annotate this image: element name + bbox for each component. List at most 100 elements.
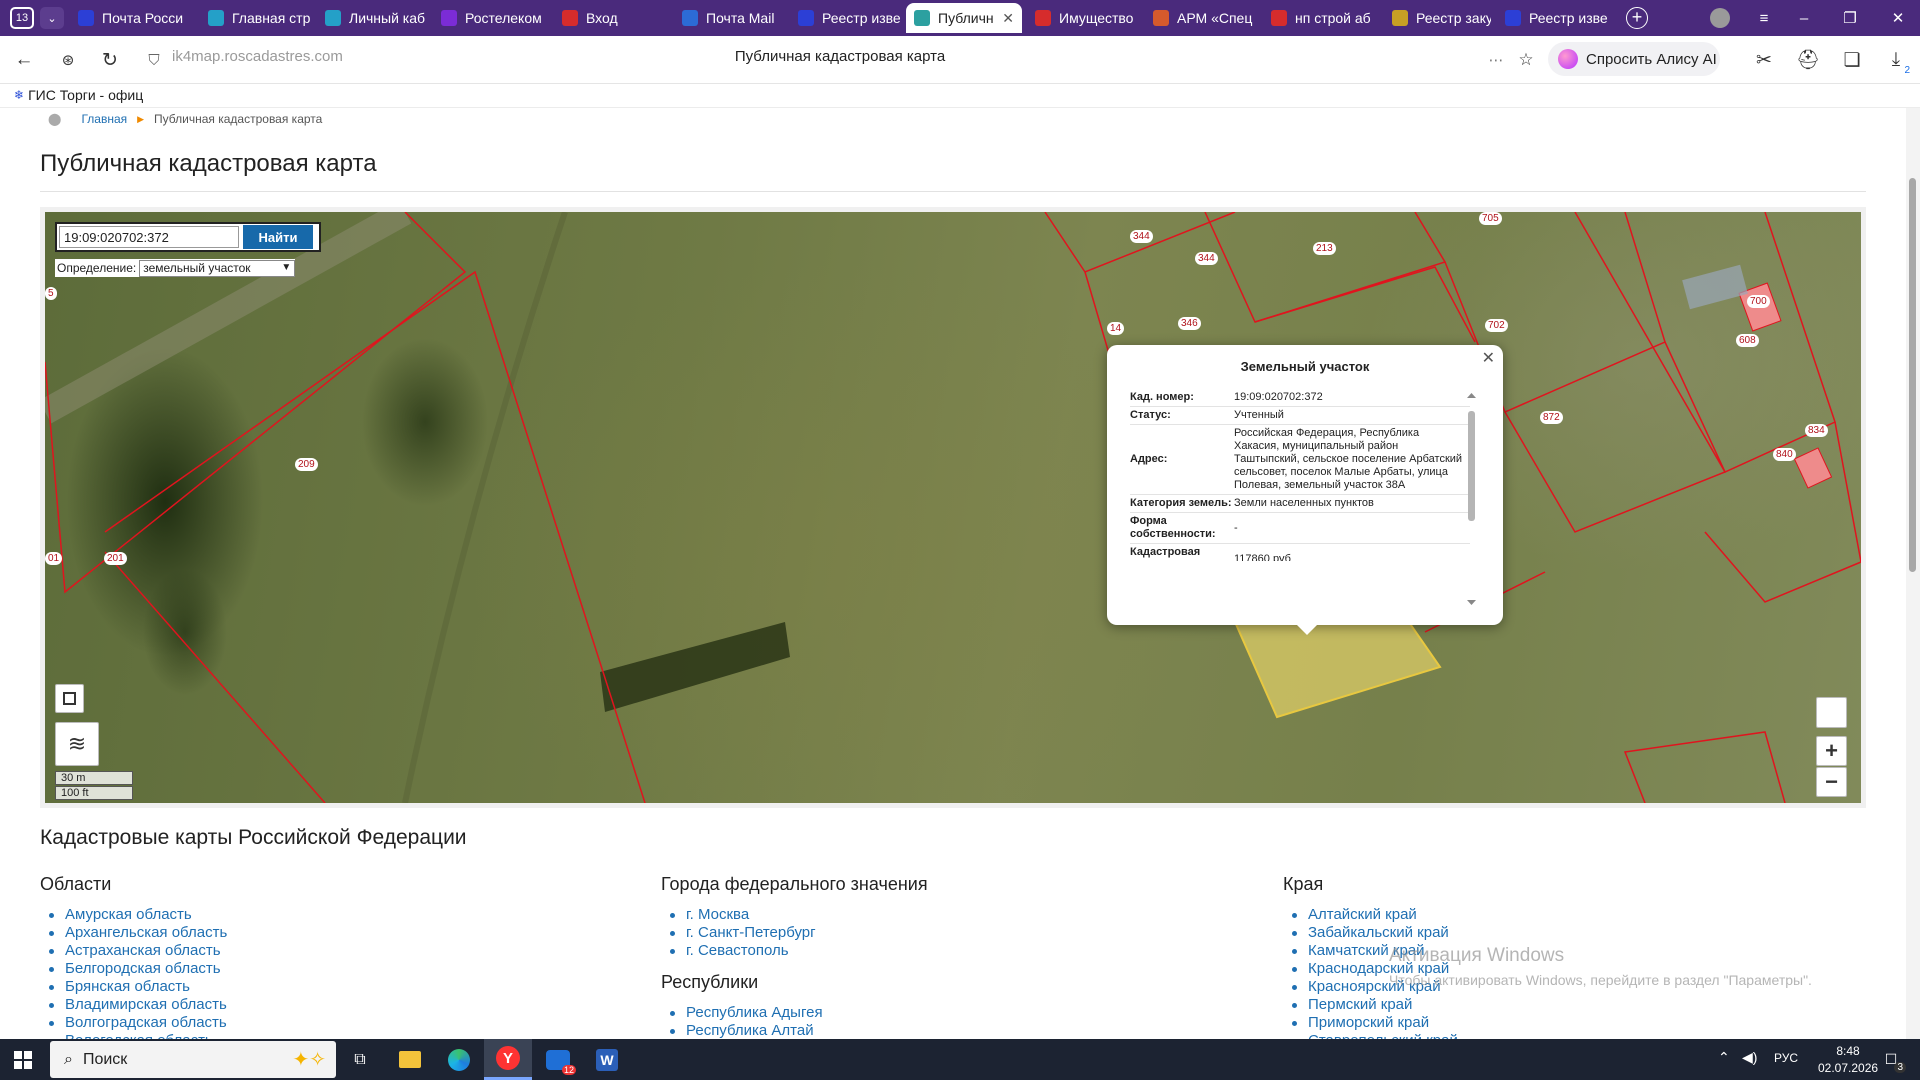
parcel-number-label[interactable]: 705 xyxy=(1479,212,1502,225)
collections-icon[interactable]: ❏ xyxy=(1836,44,1868,76)
taskbar-search[interactable]: ⌕ Поиск ✦✧ xyxy=(50,1041,336,1078)
parcel-number-label[interactable]: 201 xyxy=(104,552,127,565)
cadastral-number-input[interactable] xyxy=(59,226,239,248)
parcel-number-label[interactable]: 344 xyxy=(1130,230,1153,243)
popup-scroll-thumb[interactable] xyxy=(1468,411,1475,521)
close-tab-icon[interactable]: ✕ xyxy=(1002,10,1014,27)
region-link[interactable]: Брянская область xyxy=(40,978,227,996)
tab[interactable]: Реестр заку xyxy=(1384,3,1491,33)
extension-icon[interactable]: ✂ xyxy=(1748,44,1780,76)
restore-icon[interactable]: ❐ xyxy=(1830,0,1870,36)
menu-icon[interactable]: ≡ xyxy=(1744,0,1784,36)
region-link[interactable]: Забайкальский край xyxy=(1283,924,1458,942)
region-link[interactable]: Амурская область xyxy=(40,906,227,924)
parcel-number-label[interactable]: 344 xyxy=(1195,252,1218,265)
profile-avatar-icon[interactable] xyxy=(1710,8,1730,28)
parcel-number-label[interactable]: 702 xyxy=(1485,319,1508,332)
parcel-number-label[interactable]: 608 xyxy=(1736,334,1759,347)
parcel-number-label[interactable]: 14 xyxy=(1107,322,1125,335)
address-bar-url[interactable]: ik4map.roscadastres.com xyxy=(172,48,343,65)
region-link[interactable]: Астраханская область xyxy=(40,942,227,960)
region-link[interactable]: Алтайский край xyxy=(1283,906,1458,924)
tab[interactable]: Вход xyxy=(554,3,668,33)
file-explorer-app[interactable] xyxy=(386,1039,434,1080)
parcel-number-label[interactable]: 872 xyxy=(1540,411,1563,424)
yandex-browser-app[interactable]: Y xyxy=(484,1039,532,1080)
volume-icon[interactable]: ◀) xyxy=(1742,1049,1757,1066)
mail-app[interactable]: 12 xyxy=(534,1039,582,1080)
tab[interactable]: нп строй аб xyxy=(1263,3,1378,33)
page-scroll-thumb[interactable] xyxy=(1909,178,1916,572)
popup-attributes-table[interactable]: Кад. номер: 19:09:020702:372 Статус: Учтенн… xyxy=(1130,389,1470,561)
tab[interactable]: Реестр изве xyxy=(1497,3,1613,33)
zoom-in-button[interactable]: + xyxy=(1816,736,1847,766)
notifications-button[interactable]: ☐ 3 xyxy=(1878,1047,1906,1073)
region-link[interactable]: Белгородская область xyxy=(40,960,227,978)
edge-app[interactable] xyxy=(435,1039,483,1080)
parcel-number-label[interactable]: 346 xyxy=(1178,317,1201,330)
scroll-up-icon[interactable] xyxy=(1467,393,1476,398)
yandex-protect-icon[interactable]: ⊛ xyxy=(52,44,84,76)
region-link[interactable]: Волгоградская область xyxy=(40,1014,227,1032)
definition-value: земельный участок xyxy=(143,261,251,275)
word-app[interactable]: W xyxy=(583,1039,631,1080)
tab[interactable]: Публичн ✕ xyxy=(906,3,1022,33)
region-link[interactable]: Пермский край xyxy=(1283,996,1458,1014)
parcel-number-label[interactable]: 5 xyxy=(45,287,57,300)
cadastral-map[interactable]: 344 213 344 346 702 608 209 872 840 201 01 5 705 700 8… xyxy=(40,207,1866,808)
downloads-icon[interactable]: ⤓ 2 xyxy=(1880,44,1912,76)
bookmark-gis-torgi[interactable]: ❄ ГИС Торги - офиц xyxy=(14,87,143,103)
scroll-down-icon[interactable] xyxy=(1467,600,1476,605)
ask-alisa-button[interactable]: Спросить Алису AI xyxy=(1548,42,1720,76)
tab[interactable]: Реестр изве xyxy=(790,3,900,33)
layers-button[interactable]: ≋ xyxy=(55,722,99,766)
language-indicator[interactable]: РУС xyxy=(1774,1051,1798,1065)
tab[interactable]: Ростелеком xyxy=(433,3,548,33)
tab-counter-button[interactable]: 13 xyxy=(10,7,34,29)
tab[interactable]: Имущество xyxy=(1027,3,1139,33)
parcel-number-label[interactable]: 834 xyxy=(1805,424,1828,437)
back-icon[interactable]: ← xyxy=(8,44,40,76)
region-link[interactable]: г. Москва xyxy=(661,906,816,924)
parcel-number-label[interactable]: 700 xyxy=(1747,295,1770,308)
map-toggle-button[interactable] xyxy=(1816,697,1847,728)
region-link[interactable]: г. Санкт-Петербург xyxy=(661,924,816,942)
fullscreen-button[interactable] xyxy=(55,684,84,713)
tab[interactable]: Почта Mail xyxy=(674,3,784,33)
tab[interactable]: Главная стр xyxy=(200,3,312,33)
bookmark-icon[interactable]: ☆ xyxy=(1510,44,1542,76)
region-link[interactable]: Республика Алтай xyxy=(661,1022,823,1039)
zoom-out-button[interactable]: − xyxy=(1816,767,1847,797)
tray-chevron-icon[interactable]: ⌃ xyxy=(1718,1049,1730,1066)
hat-extension-icon[interactable]: ⛑ xyxy=(1792,44,1824,76)
reload-icon[interactable]: ↻ xyxy=(94,44,126,76)
close-window-icon[interactable]: ✕ xyxy=(1878,0,1918,36)
site-security-icon[interactable]: ⛉ xyxy=(138,44,170,76)
tabs-dropdown-icon[interactable]: ⌄ xyxy=(40,7,64,29)
parcel-number-label[interactable]: 213 xyxy=(1313,242,1336,255)
region-link[interactable]: Ставропольский край xyxy=(1283,1032,1458,1039)
parcel-number-label[interactable]: 209 xyxy=(295,458,318,471)
tab[interactable]: АРМ «Спец xyxy=(1145,3,1257,33)
tab[interactable]: Личный каб xyxy=(317,3,427,33)
start-button[interactable] xyxy=(0,1039,46,1080)
popup-scrollbar[interactable] xyxy=(1467,393,1476,605)
tab[interactable]: Почта Росси xyxy=(70,3,194,33)
breadcrumb-home-link[interactable]: Главная xyxy=(81,112,127,126)
taskbar-clock[interactable]: 8:48 02.07.2026 xyxy=(1818,1043,1878,1077)
address-bar-page-title[interactable]: Публичная кадастровая карта xyxy=(620,48,1060,65)
minimize-icon[interactable]: – xyxy=(1784,0,1824,36)
region-link[interactable]: г. Севастополь xyxy=(661,942,816,960)
region-link[interactable]: Вологодская область xyxy=(40,1032,227,1039)
region-link[interactable]: Владимирская область xyxy=(40,996,227,1014)
more-icon[interactable]: ⋯ xyxy=(1480,44,1512,76)
find-button[interactable]: Найти xyxy=(243,225,313,249)
parcel-number-label[interactable]: 840 xyxy=(1773,448,1796,461)
parcel-number-label[interactable]: 01 xyxy=(45,552,63,565)
new-tab-button[interactable]: + xyxy=(1626,7,1648,29)
region-link[interactable]: Приморский край xyxy=(1283,1014,1458,1032)
region-link[interactable]: Республика Адыгея xyxy=(661,1004,823,1022)
task-view-button[interactable]: ⧉ xyxy=(336,1039,384,1080)
definition-select[interactable]: земельный участок ▼ xyxy=(139,259,296,277)
region-link[interactable]: Архангельская область xyxy=(40,924,227,942)
